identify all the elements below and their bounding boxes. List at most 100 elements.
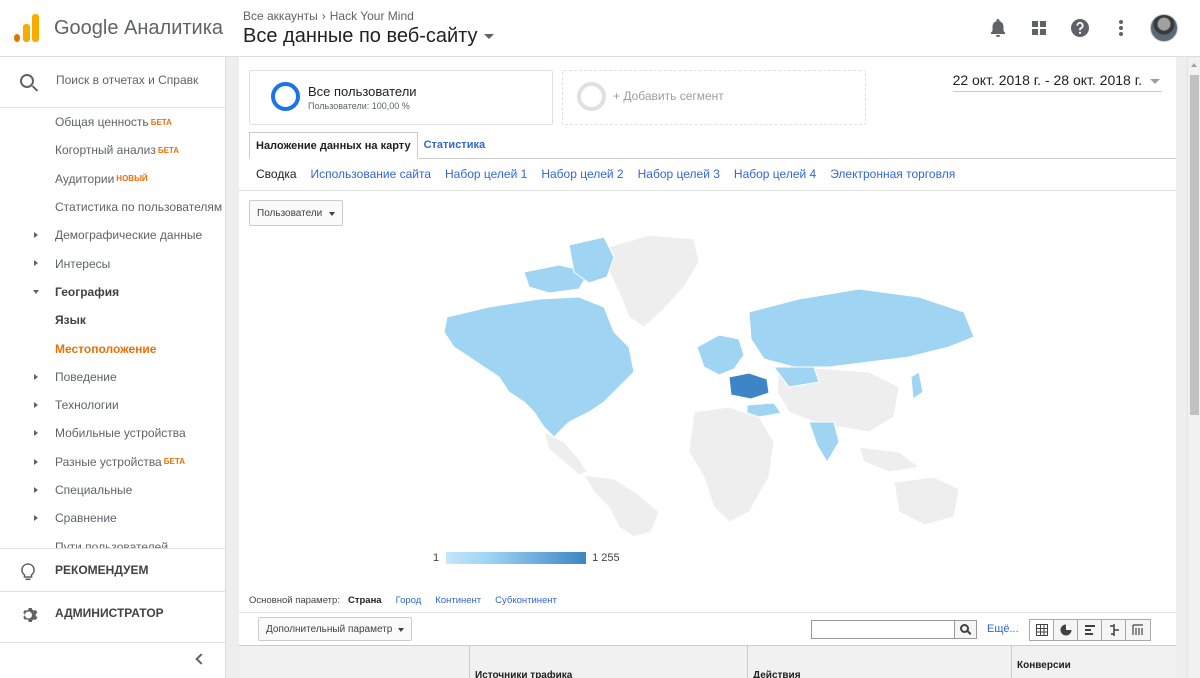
page-scrollbar[interactable] — [1187, 57, 1200, 678]
sidebar-item-label: Специальные — [55, 483, 133, 497]
scrollbar-thumb[interactable] — [1190, 75, 1199, 415]
subtab-goal-set-2[interactable]: Набор целей 2 — [541, 167, 623, 181]
sidebar-recommend[interactable]: РЕКОМЕНДУЕМ — [0, 548, 225, 591]
metric-dropdown[interactable]: Пользователи — [249, 200, 343, 226]
sidebar-item-cohort[interactable]: Когортный анализ БЕТА — [0, 136, 225, 164]
column-group-behavior: Действия — [753, 670, 801, 678]
sidebar-item-language[interactable]: Язык — [0, 306, 225, 334]
caret-right-icon — [34, 486, 38, 493]
avatar[interactable] — [1150, 14, 1178, 42]
performance-view-icon[interactable] — [1078, 620, 1102, 640]
lightbulb-icon — [21, 563, 35, 586]
subtab-site-usage[interactable]: Использование сайта — [311, 167, 432, 181]
column-group-acquisition: Источники трафика — [475, 670, 573, 678]
segment-subtitle: Пользователи: 100,00 % — [308, 101, 410, 111]
breadcrumb-all-accounts[interactable]: Все аккаунты — [243, 9, 318, 23]
chevron-down-icon — [329, 212, 335, 216]
sidebar-item-location[interactable]: Местоположение — [0, 334, 225, 362]
explorer-subtabs: Сводка Использование сайта Набор целей 1… — [256, 167, 955, 181]
date-range-picker[interactable]: 22 окт. 2018 г. - 28 окт. 2018 г. — [952, 72, 1162, 92]
sidebar-item-audiences[interactable]: Аудитории НОВЫЙ — [0, 165, 225, 193]
map-region-north-america — [443, 296, 635, 438]
search-input[interactable] — [56, 73, 216, 87]
sidebar-item-demographics[interactable]: Демографические данные — [0, 221, 225, 249]
table-search-button[interactable] — [955, 620, 977, 639]
caret-right-icon — [34, 515, 38, 522]
map-region-south-america — [583, 474, 660, 537]
sidebar-item-lifetime-value[interactable]: Общая ценность БЕТА — [0, 108, 225, 136]
add-segment-button[interactable]: + Добавить сегмент — [562, 70, 866, 125]
sidebar-recommend-label: РЕКОМЕНДУЕМ — [55, 563, 149, 577]
metric-dropdown-value: Пользователи — [257, 208, 323, 219]
segment-empty-ring-icon — [577, 82, 606, 111]
sidebar-item-label: Язык — [55, 313, 86, 328]
sidebar-item-label: Пути пользователей — [55, 539, 169, 548]
legend-gradient — [446, 552, 587, 564]
table-search-input[interactable] — [811, 620, 955, 639]
pie-view-icon[interactable] — [1054, 620, 1078, 640]
sidebar-item-label: Местоположение — [55, 341, 157, 356]
sidebar-item-geo[interactable]: География — [0, 278, 225, 306]
sidebar-item-benchmarking[interactable]: Сравнение — [0, 504, 225, 532]
dimension-continent[interactable]: Континент — [435, 595, 481, 606]
caret-right-icon — [34, 458, 38, 465]
sidebar-item-label: Технологии — [55, 398, 119, 413]
help-icon[interactable] — [1068, 16, 1092, 40]
sidebar-item-user-explorer[interactable]: Статистика по пользователям — [0, 193, 225, 221]
map-region-japan — [910, 371, 924, 400]
brand-name[interactable]: Google Аналитика — [54, 17, 223, 40]
caret-right-icon — [34, 260, 38, 267]
sidebar-item-label: Поведение — [55, 369, 117, 384]
scroll-up-icon — [1191, 63, 1197, 67]
map-region-europe — [696, 334, 745, 376]
secondary-dimension-dropdown[interactable]: Дополнительный параметр — [258, 617, 412, 641]
subtabs-divider — [239, 190, 1176, 191]
caret-right-icon — [34, 232, 38, 239]
sidebar-nav: Общая ценность БЕТА Когортный анализ БЕТА … — [0, 108, 225, 548]
advanced-filter-link[interactable]: Ещё... — [987, 623, 1019, 635]
sidebar-item-interests[interactable]: Интересы — [0, 249, 225, 277]
property-title: Все данные по веб-сайту — [243, 25, 478, 47]
tab-explorer[interactable]: Статистика — [418, 132, 492, 159]
sidebar-item-mobile[interactable]: Мобильные устройства — [0, 419, 225, 447]
segment-all-users[interactable]: Все пользователи Пользователи: 100,00 % — [249, 70, 553, 125]
sidebar-item-custom[interactable]: Специальные — [0, 476, 225, 504]
table-view-icon[interactable] — [1030, 620, 1054, 640]
subtab-summary[interactable]: Сводка — [256, 167, 297, 181]
chevron-left-icon — [195, 653, 207, 665]
subtab-goal-set-3[interactable]: Набор целей 3 — [638, 167, 720, 181]
caret-right-icon — [34, 373, 38, 380]
subtab-goal-set-1[interactable]: Набор целей 1 — [445, 167, 527, 181]
world-map[interactable] — [429, 227, 999, 537]
analytics-logo[interactable] — [14, 14, 40, 42]
dimension-city[interactable]: Город — [396, 595, 422, 606]
sidebar-item-users-flow[interactable]: Пути пользователей — [0, 532, 225, 548]
subtab-goal-set-4[interactable]: Набор целей 4 — [734, 167, 816, 181]
dimension-country[interactable]: Страна — [348, 595, 382, 606]
dimension-subcontinent[interactable]: Субконтинент — [495, 595, 557, 606]
view-switcher — [1029, 619, 1151, 641]
sidebar-item-label: География — [55, 284, 120, 299]
sidebar-admin[interactable]: АДМИНИСТРАТОР — [0, 591, 225, 634]
sidebar-item-label: Сравнение — [55, 511, 117, 526]
chevron-down-icon — [398, 628, 404, 632]
column-group-conversions: Конверсии — [1017, 660, 1071, 671]
map-region-greenland — [606, 234, 700, 328]
breadcrumb-account[interactable]: Hack Your Mind — [330, 9, 414, 23]
sidebar-collapse-button[interactable] — [0, 642, 225, 678]
subtab-ecommerce[interactable]: Электронная торговля — [830, 167, 955, 181]
tab-map-overlay[interactable]: Наложение данных на карту — [249, 132, 418, 159]
sidebar: Общая ценностьБЕТА Когортный анализБЕТА … — [0, 57, 226, 678]
more-vert-icon[interactable] — [1109, 16, 1133, 40]
pivot-view-icon[interactable] — [1126, 620, 1150, 640]
caret-right-icon — [34, 401, 38, 408]
apps-grid-icon[interactable] — [1027, 16, 1051, 40]
comparison-view-icon[interactable] — [1102, 620, 1126, 640]
property-selector[interactable]: Все данные по веб-сайту — [243, 25, 494, 48]
sidebar-item-cross-device[interactable]: Разные устройства БЕТА — [0, 448, 225, 476]
sidebar-item-label: Аудитории — [55, 171, 115, 186]
bell-icon[interactable] — [986, 16, 1010, 40]
report-tabs: Наложение данных на карту Статистика — [249, 132, 491, 159]
sidebar-item-technology[interactable]: Технологии — [0, 391, 225, 419]
sidebar-item-behavior[interactable]: Поведение — [0, 363, 225, 391]
